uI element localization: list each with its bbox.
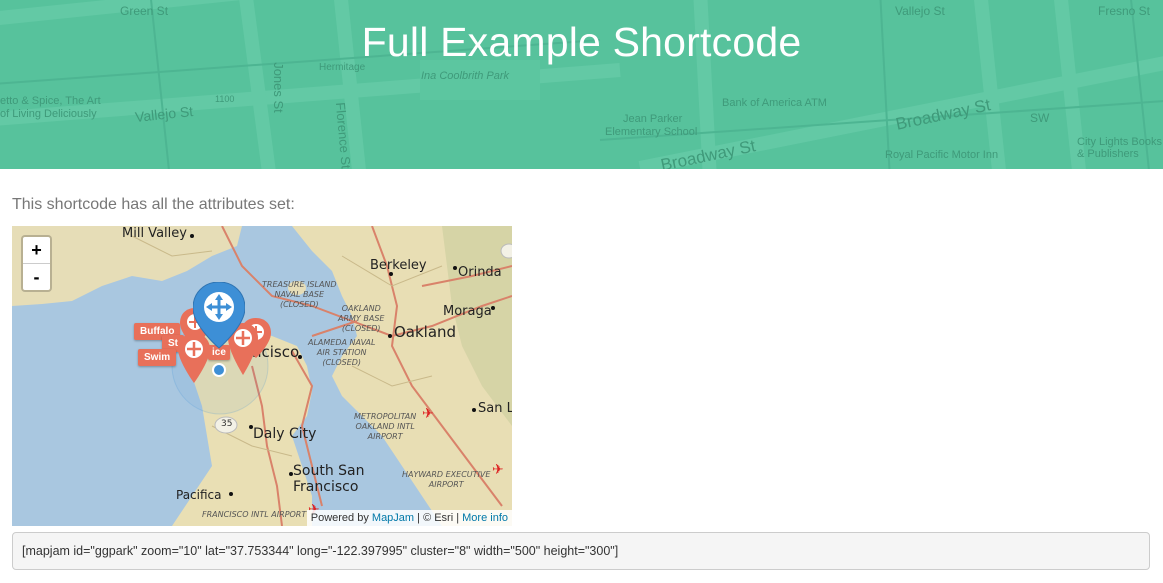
place-label: HAYWARD EXECUTIVE AIRPORT — [402, 470, 491, 489]
map-label: Elementary School — [605, 126, 698, 138]
place-label: TREASURE ISLAND NAVAL BASE (CLOSED) — [262, 280, 337, 309]
marker-label-swim[interactable]: Swim — [138, 349, 177, 366]
place-label: Pacifica — [176, 488, 222, 502]
zoom-out-button[interactable]: - — [23, 263, 50, 290]
map-label: Bank of America ATM — [722, 97, 827, 109]
place-label: OAKLAND ARMY BASE (CLOSED) — [338, 304, 385, 333]
map-label: 1100 — [215, 94, 235, 104]
map-label: Fresno St — [1098, 4, 1151, 18]
place-label: Daly City — [253, 426, 317, 442]
map-attribution: Powered by MapJam | © Esri | More info — [306, 510, 512, 526]
map-label: Vallejo St — [895, 4, 945, 18]
center-marker-pin[interactable] — [193, 282, 245, 378]
attribution-esri: | © Esri | — [414, 512, 463, 524]
place-label: South San — [293, 463, 365, 479]
map-widget[interactable]: ✈ ✈ ✈ Mill Valley Berkeley Orinda Moraga… — [12, 226, 512, 526]
zoom-in-button[interactable]: + — [23, 237, 50, 263]
place-label: Francisco — [293, 479, 359, 495]
zoom-control: + - — [21, 235, 52, 292]
map-label: etto & Spice, The Art — [0, 95, 101, 107]
route-shield-label: 35 — [221, 419, 233, 429]
place-label: Berkeley — [370, 258, 427, 273]
svg-text:✈: ✈ — [492, 462, 504, 478]
place-label: METROPOLITAN OAKLAND INTL AIRPORT — [354, 412, 417, 441]
place-label: FRANCISCO INTL AIRPORT — [202, 510, 307, 519]
map-label: Green St — [120, 4, 169, 18]
shortcode-code-block: [mapjam id="ggpark" zoom="10" lat="37.75… — [12, 532, 1150, 570]
place-label: Orinda — [458, 265, 502, 280]
place-label: ALAMEDA NAVAL AIR STATION (CLOSED) — [308, 338, 376, 367]
map-label: & Publishers — [1077, 148, 1139, 160]
header-banner: Green St Vallejo St Fresno St Hermitage … — [0, 0, 1163, 169]
place-label: San L — [478, 401, 512, 416]
map-label: City Lights Books — [1077, 136, 1162, 148]
place-label: Moraga — [443, 304, 492, 319]
svg-text:✈: ✈ — [422, 406, 434, 422]
attribution-powered-by: Powered by — [310, 512, 372, 524]
place-label: Oakland — [394, 323, 457, 341]
map-label: Jean Parker — [623, 113, 683, 125]
map-label: Ina Coolbrith Park — [421, 70, 510, 82]
map-label: Jones St — [270, 62, 286, 113]
more-info-link[interactable]: More info — [462, 512, 508, 524]
page-title: Full Example Shortcode — [361, 19, 802, 65]
map-label: Royal Pacific Motor Inn — [885, 149, 999, 161]
place-label: Mill Valley — [122, 226, 187, 241]
mapjam-link[interactable]: MapJam — [372, 512, 414, 524]
map-label: of Living Deliciously — [0, 108, 97, 120]
map-label: SW — [1030, 111, 1050, 125]
intro-text: This shortcode has all the attributes se… — [12, 196, 295, 213]
